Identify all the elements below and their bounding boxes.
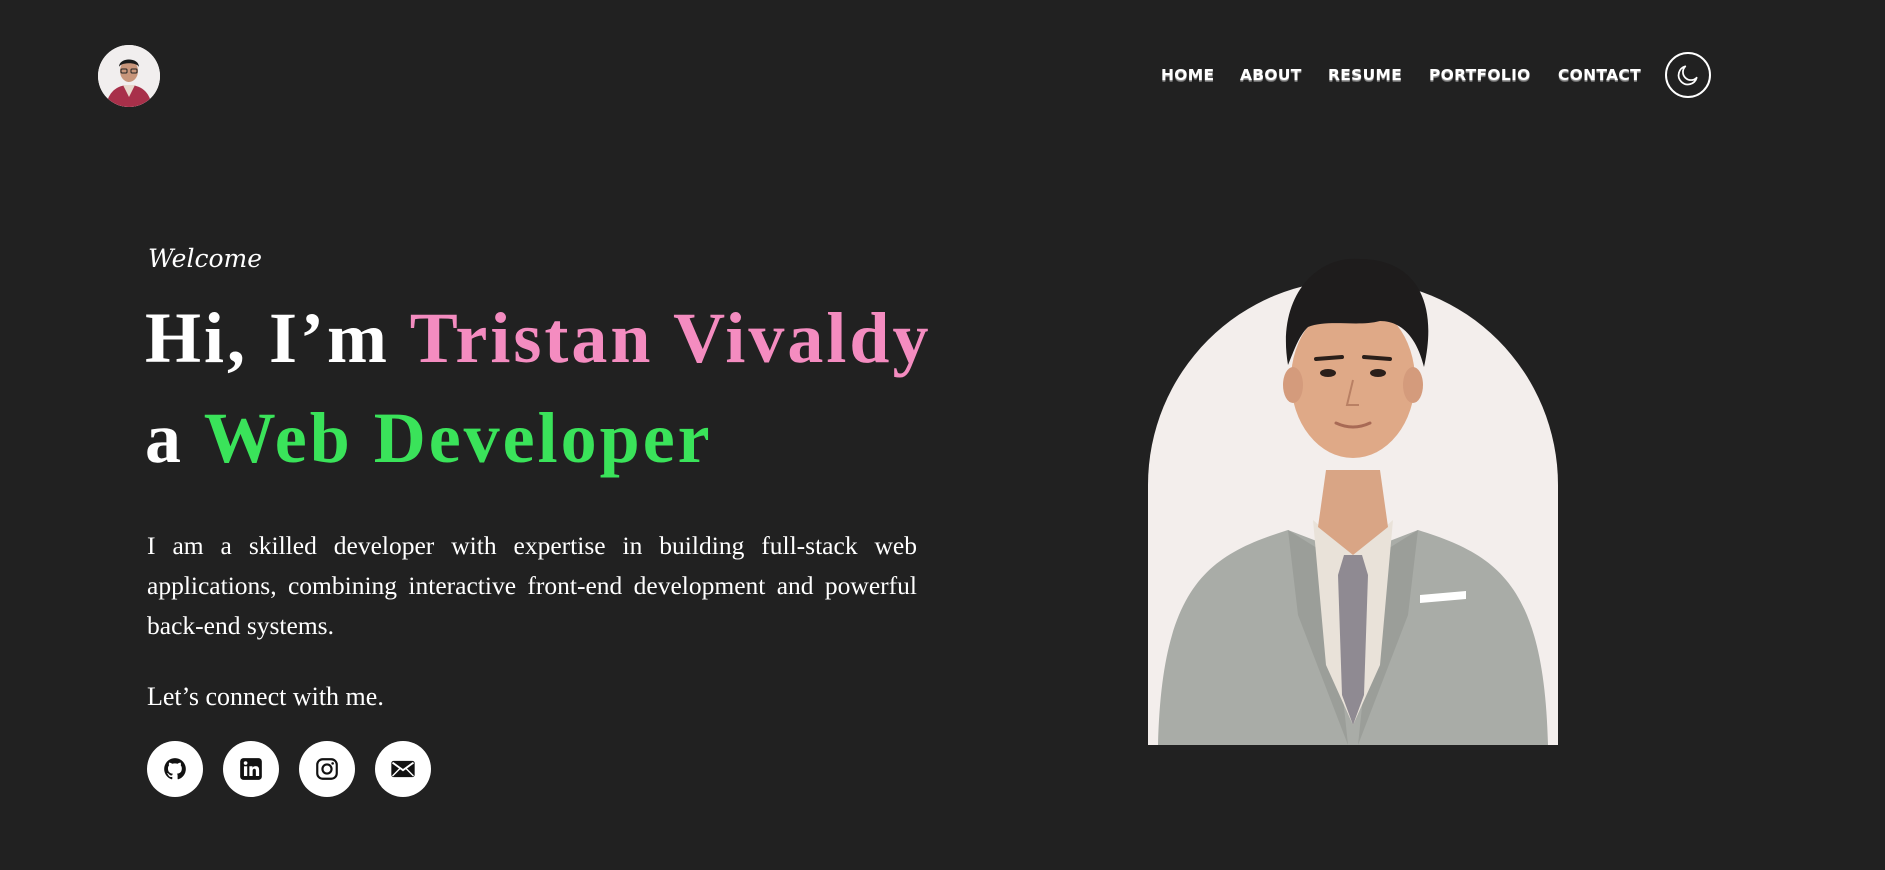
github-icon <box>164 758 186 780</box>
instagram-icon <box>316 758 338 780</box>
hero-heading-line2: a Web Developer <box>145 402 713 474</box>
email-link[interactable] <box>375 741 431 797</box>
nav-contact[interactable]: CONTACT <box>1558 66 1641 84</box>
email-icon <box>391 760 415 778</box>
name-text: Tristan Vivaldy <box>409 298 932 378</box>
instagram-link[interactable] <box>299 741 355 797</box>
nav-about[interactable]: ABOUT <box>1240 66 1302 84</box>
linkedin-icon <box>240 758 262 780</box>
nav-portfolio[interactable]: PORTFOLIO <box>1429 66 1531 84</box>
portrait-illustration <box>1148 258 1558 745</box>
github-link[interactable] <box>147 741 203 797</box>
role-text: Web Developer <box>203 398 713 478</box>
intro-paragraph: I am a skilled developer with expertise … <box>147 531 917 640</box>
welcome-text: Welcome <box>148 244 263 273</box>
nav-resume[interactable]: RESUME <box>1328 66 1402 84</box>
moon-icon <box>1677 65 1698 86</box>
page: HOME ABOUT RESUME PORTFOLIO CONTACT Welc… <box>0 0 1885 870</box>
main-nav: HOME ABOUT RESUME PORTFOLIO CONTACT <box>0 56 1885 96</box>
theme-toggle-button[interactable] <box>1665 52 1711 98</box>
connect-text: Let’s connect with me. <box>147 682 384 711</box>
profile-photo <box>1148 255 1558 745</box>
greeting-text: Hi, I’m <box>145 298 410 378</box>
linkedin-link[interactable] <box>223 741 279 797</box>
hero-heading-line1: Hi, I’m Tristan Vivaldy <box>145 302 931 374</box>
role-prefix: a <box>145 398 204 478</box>
nav-home[interactable]: HOME <box>1161 66 1214 84</box>
